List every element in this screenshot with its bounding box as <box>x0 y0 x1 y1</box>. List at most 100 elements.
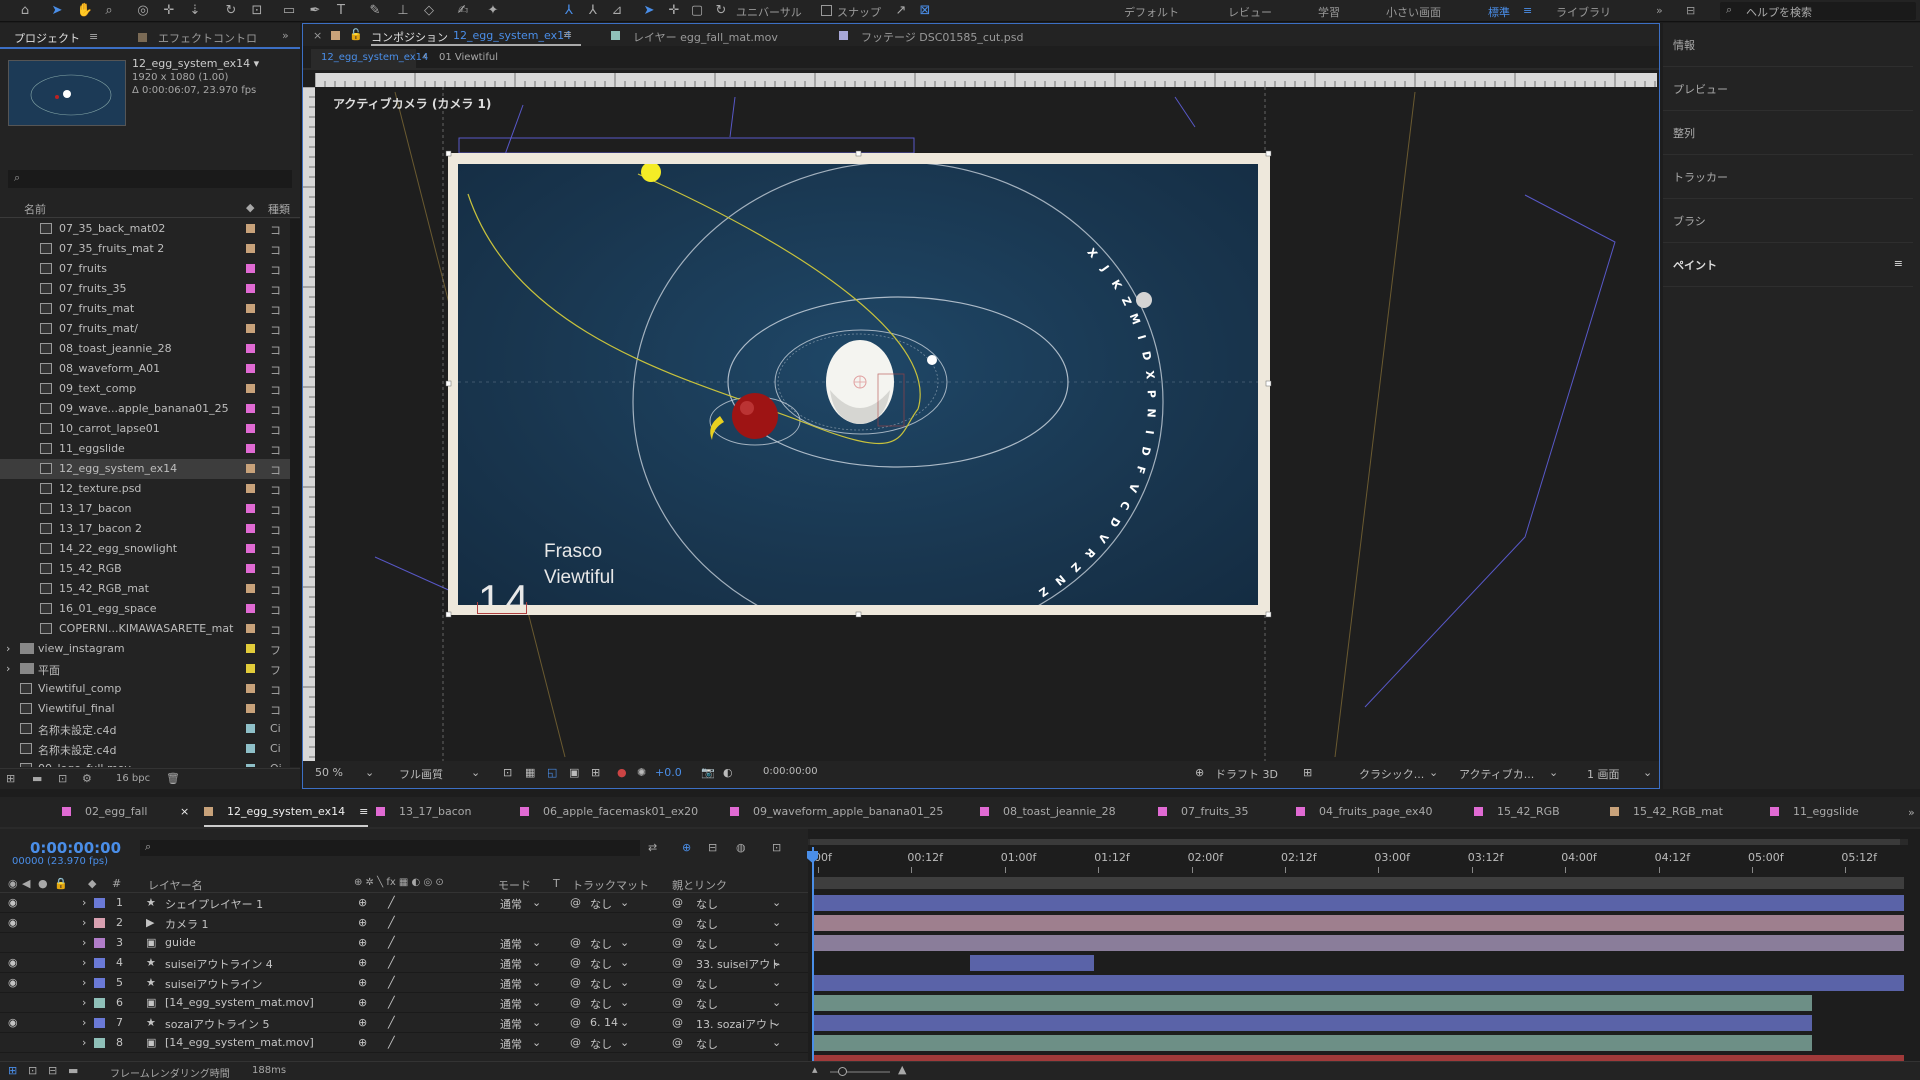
project-scrollbar[interactable] <box>290 219 300 767</box>
shy-switch-icon[interactable]: ⊕ <box>358 976 367 989</box>
expand-layer-icon[interactable]: › <box>82 936 86 949</box>
blend-mode-dropdown[interactable]: 通常 <box>500 1036 522 1052</box>
label-swatch[interactable] <box>246 624 255 633</box>
expand-layer-icon[interactable]: › <box>82 976 86 989</box>
work-area-bar[interactable] <box>812 877 1904 889</box>
track-matte-icon[interactable]: @ <box>570 956 581 969</box>
brush-tool-icon[interactable]: ✎ <box>366 2 384 20</box>
parent-dropdown[interactable]: 13. sozaiアウト <box>696 1016 778 1032</box>
fast-preview-icon[interactable]: ⊡ <box>503 766 512 779</box>
parent-pickwhip-icon[interactable]: @ <box>672 916 683 929</box>
matte-chevron-icon[interactable]: ⌄ <box>620 896 629 909</box>
expand-layer-icon[interactable]: › <box>82 956 86 969</box>
project-item[interactable]: 07_35_back_mat02 コ <box>0 219 290 239</box>
layer-duration-bar[interactable] <box>814 995 1812 1011</box>
quality-switch-icon[interactable]: ╱ <box>388 896 395 909</box>
comp-menu-icon[interactable]: ≡ <box>563 28 572 41</box>
timeline-tab[interactable]: 07_fruits_35 <box>1158 797 1248 827</box>
dolly-camera-icon[interactable]: ⇣ <box>186 2 204 20</box>
view-chevron-icon[interactable]: ⌄ <box>1549 766 1558 779</box>
project-item[interactable]: 13_17_bacon 2 コ <box>0 519 290 539</box>
label-swatch[interactable] <box>246 724 255 733</box>
workspace-review[interactable]: レビュー <box>1228 4 1272 20</box>
selection-tool-icon[interactable]: ➤ <box>48 2 66 20</box>
project-item[interactable]: 10_carrot_lapse01 コ <box>0 419 290 439</box>
parent-dropdown[interactable]: なし <box>696 1036 718 1052</box>
folder-expand-icon[interactable]: › <box>6 642 10 655</box>
project-item[interactable]: 08_toast_jeannie_28 コ <box>0 339 290 359</box>
draft-3d-timeline-icon[interactable]: ⊕ <box>682 841 691 854</box>
label-swatch[interactable] <box>246 744 255 753</box>
project-settings-icon[interactable]: ⚙ <box>82 772 92 785</box>
timeline-tab[interactable]: 09_waveform_apple_banana01_25 <box>730 797 943 827</box>
expand-layer-icon[interactable]: › <box>82 996 86 1009</box>
right-panel-item[interactable]: ブラシ <box>1663 199 1913 243</box>
timeline-tab[interactable]: 08_toast_jeannie_28 <box>980 797 1116 827</box>
label-swatch[interactable] <box>246 544 255 553</box>
graph-editor-icon[interactable]: ⊡ <box>772 841 781 854</box>
expand-layer-icon[interactable]: › <box>82 1016 86 1029</box>
zoom-out-icon[interactable]: ▴ <box>812 1063 818 1076</box>
project-item[interactable]: Viewtiful_comp コ <box>0 679 290 699</box>
parent-chevron-icon[interactable]: ⌄ <box>772 916 781 929</box>
parent-pickwhip-icon[interactable]: @ <box>672 956 683 969</box>
universal-scale-icon[interactable]: ▢ <box>688 2 706 20</box>
project-item[interactable]: 07_fruits_mat コ <box>0 299 290 319</box>
mode-chevron-icon[interactable]: ⌄ <box>532 1016 541 1029</box>
layer-label-swatch[interactable] <box>94 1038 105 1048</box>
layer-duration-bar[interactable] <box>814 1035 1812 1051</box>
layer-row[interactable]: ◉ › 2 ▶ カメラ 1 ⊕ ╱ @ なし ⌄ <box>0 913 808 933</box>
bit-depth[interactable]: 16 bpc <box>116 773 150 784</box>
timeline-tab[interactable]: 15_42_RGB_mat <box>1610 797 1723 827</box>
project-item[interactable]: 名称未設定.c4d Ci <box>0 719 290 739</box>
layer-duration-bar[interactable] <box>814 895 1904 911</box>
track-matte-icon[interactable]: @ <box>570 976 581 989</box>
tab-comp-name[interactable]: 12_egg_system_ex14 <box>453 29 571 42</box>
parent-chevron-icon[interactable]: ⌄ <box>772 896 781 909</box>
layer-label-swatch[interactable] <box>94 958 105 968</box>
more-tabs-icon[interactable]: » <box>1908 806 1915 819</box>
label-col-icon[interactable]: ◆ <box>246 201 254 214</box>
layer-row[interactable]: ◉ › 7 ★ sozaiアウトライン 5 ⊕ ╱ 通常 ⌄ @6. 14 ⌄ @13. sozaiア… <box>0 1013 808 1033</box>
parent-dropdown[interactable]: なし <box>696 896 718 912</box>
lock-icon[interactable]: 🔓 <box>349 28 363 41</box>
matte-chevron-icon[interactable]: ⌄ <box>620 1036 629 1049</box>
label-swatch[interactable] <box>246 604 255 613</box>
layer-switches-toggle-icon[interactable]: ⊞ <box>8 1064 17 1077</box>
comp-flowchart-icon[interactable]: ⇄ <box>648 841 657 854</box>
track-matte-dropdown[interactable]: なし <box>590 896 612 912</box>
snap-target-icon[interactable]: ⊠ <box>916 2 934 20</box>
transfer-controls-icon[interactable]: ⊡ <box>28 1064 37 1077</box>
workspace-standard[interactable]: 標準 <box>1488 4 1510 20</box>
timeline-tab[interactable]: 13_17_bacon <box>376 797 471 827</box>
label-swatch[interactable] <box>246 584 255 593</box>
parent-pickwhip-icon[interactable]: @ <box>672 896 683 909</box>
mode-header[interactable]: モード <box>498 877 531 893</box>
tab-layer[interactable]: レイヤー egg_fall_mat.mov <box>633 29 778 45</box>
close-tab-icon[interactable]: × <box>180 805 189 818</box>
in-out-toggle-icon[interactable]: ⊟ <box>48 1064 57 1077</box>
label-swatch[interactable] <box>246 564 255 573</box>
quality-switch-icon[interactable]: ╱ <box>388 976 395 989</box>
layer-row[interactable]: ◉ › 1 ★ シェイプレイヤー 1 ⊕ ╱ 通常 ⌄ @ なし ⌄ @ なし ⌄ <box>0 893 808 913</box>
label-swatch[interactable] <box>246 644 255 653</box>
visibility-eye-icon[interactable]: ◉ <box>8 916 18 929</box>
track-matte-dropdown[interactable]: 6. 14 <box>590 1016 618 1029</box>
shy-switch-icon[interactable]: ⊕ <box>358 1036 367 1049</box>
layer-duration-bar[interactable] <box>814 935 1904 951</box>
label-swatch[interactable] <box>246 324 255 333</box>
project-item[interactable]: 12_texture.psd コ <box>0 479 290 499</box>
workspace-menu-icon[interactable]: ≡ <box>1523 4 1532 17</box>
parent-pickwhip-icon[interactable]: @ <box>672 1036 683 1049</box>
project-item[interactable]: 13_17_bacon コ <box>0 499 290 519</box>
rectangle-tool-icon[interactable]: ▭ <box>280 2 298 20</box>
panel-menu-icon[interactable]: ≡ <box>359 805 368 818</box>
stamp-tool-icon[interactable]: ⊥ <box>394 2 412 20</box>
timeline-tab[interactable]: × 12_egg_system_ex14 ≡ <box>180 797 369 827</box>
layer-duration-bar[interactable] <box>814 975 1904 991</box>
parent-pickwhip-icon[interactable]: @ <box>672 976 683 989</box>
label-swatch[interactable] <box>246 404 255 413</box>
parent-pickwhip-icon[interactable]: @ <box>672 1016 683 1029</box>
workspace-small-screen[interactable]: 小さい画面 <box>1386 4 1441 20</box>
track-matte-icon[interactable]: @ <box>570 1036 581 1049</box>
